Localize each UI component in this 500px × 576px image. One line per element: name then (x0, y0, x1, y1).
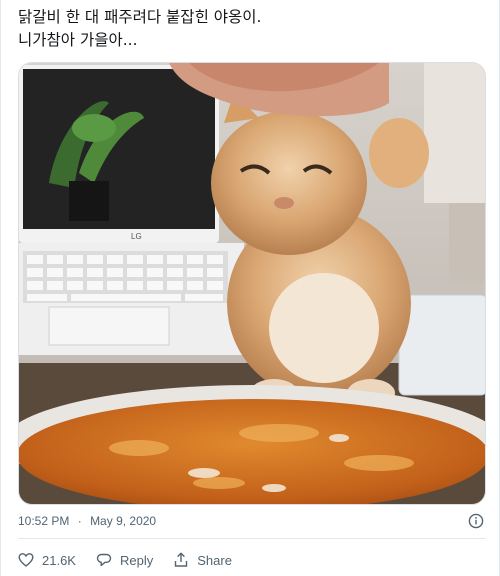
left-border (0, 0, 1, 576)
tweet-timestamp[interactable]: 10:52 PM · May 9, 2020 (18, 514, 161, 528)
heart-icon (18, 553, 34, 567)
cat-photo: LG (19, 63, 485, 504)
tweet-date[interactable]: May 9, 2020 (90, 514, 156, 528)
divider (18, 538, 486, 539)
reply-button[interactable]: Reply (96, 552, 153, 568)
laptop-logo: LG (131, 232, 142, 241)
like-button[interactable]: 21.6K (18, 552, 76, 568)
reply-label: Reply (119, 552, 154, 568)
tweet-text: 닭갈비 한 대 패주려다 붙잡힌 야옹이. 니가참아 가을아... (18, 8, 262, 49)
timestamp-separator: · (77, 514, 82, 528)
share-button[interactable]: Share (173, 552, 232, 568)
speech-bubble-icon (96, 553, 112, 567)
share-icon (175, 552, 188, 567)
tweet-actions: 21.6K Reply Share (18, 548, 252, 572)
tweet-photo[interactable]: LG (18, 62, 486, 505)
like-count: 21.6K (42, 552, 76, 568)
tweet-time[interactable]: 10:52 PM (18, 514, 69, 528)
info-icon[interactable] (468, 513, 484, 534)
share-label: Share (197, 552, 232, 568)
